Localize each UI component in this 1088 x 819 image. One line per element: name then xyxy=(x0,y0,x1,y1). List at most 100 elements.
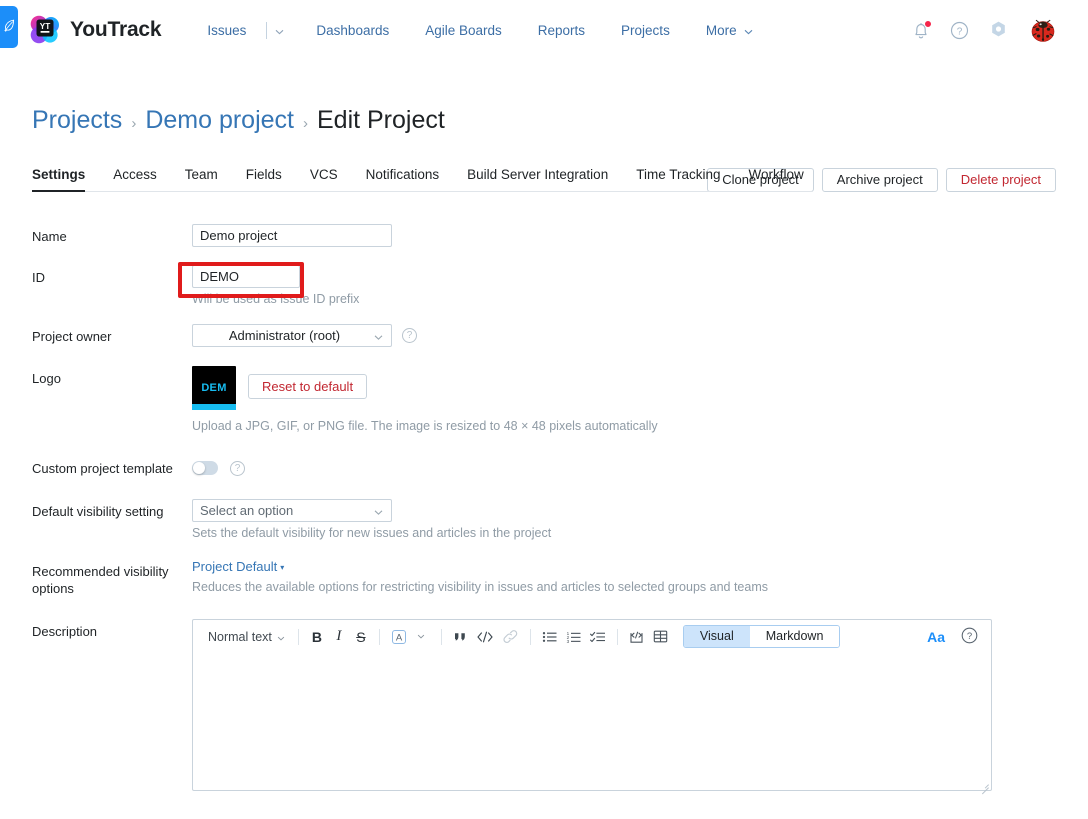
custom-template-help-icon[interactable]: ? xyxy=(230,461,245,476)
nav-item-label: More xyxy=(706,23,737,38)
italic-button[interactable]: I xyxy=(328,626,350,648)
brand-name: YouTrack xyxy=(70,18,161,42)
nav-item-label: Issues xyxy=(207,23,246,38)
tab-workflow[interactable]: Workflow xyxy=(734,161,817,191)
field-row-id: ID Will be used as issue ID prefix xyxy=(32,265,1056,306)
nav-item-agile-boards[interactable]: Agile Boards xyxy=(407,17,520,44)
delete-project-button[interactable]: Delete project xyxy=(946,168,1056,192)
nav-item-label: Reports xyxy=(538,23,585,38)
tab-notifications[interactable]: Notifications xyxy=(352,161,454,191)
nav-item-more[interactable]: More xyxy=(688,17,771,44)
custom-template-toggle[interactable] xyxy=(192,461,218,475)
nav-item-dashboards[interactable]: Dashboards xyxy=(298,17,407,44)
name-label: Name xyxy=(32,224,192,247)
numbered-list-icon[interactable]: 1 2 3 xyxy=(562,626,586,648)
editor-help-icon[interactable]: ? xyxy=(961,627,978,647)
field-row-description: Description Normal text B I S xyxy=(32,619,1056,791)
description-label: Description xyxy=(32,619,192,791)
chevron-down-icon xyxy=(374,503,383,518)
breadcrumb-demo-project[interactable]: Demo project xyxy=(145,106,294,135)
page-title: Edit Project xyxy=(317,106,445,135)
code-block-icon[interactable] xyxy=(625,626,649,648)
bold-button[interactable]: B xyxy=(306,626,328,648)
logo-label: Logo xyxy=(32,366,192,433)
tab-fields[interactable]: Fields xyxy=(232,161,296,191)
tab-access[interactable]: Access xyxy=(99,161,171,191)
breadcrumb-separator: › xyxy=(303,115,308,132)
main-nav: Issues Dashboards Agile Boards Reports P… xyxy=(189,17,770,44)
brand[interactable]: YT YouTrack xyxy=(28,14,161,46)
toolbar-separator xyxy=(617,629,618,645)
table-icon[interactable] xyxy=(649,626,673,648)
project-owner-help-icon[interactable]: ? xyxy=(402,328,417,343)
default-visibility-select[interactable]: Select an option xyxy=(192,499,392,522)
page-content: Projects › Demo project › Edit Project C… xyxy=(0,106,1088,791)
editor-resize-handle[interactable] xyxy=(980,779,989,788)
project-settings-form: Name ID Will be used as issue ID prefix … xyxy=(32,224,1056,791)
tab-settings[interactable]: Settings xyxy=(32,161,99,191)
settings-tabs: Settings Access Team Fields VCS Notifica… xyxy=(32,161,812,192)
editor-mode-visual[interactable]: Visual xyxy=(684,626,750,647)
id-input[interactable] xyxy=(192,265,300,288)
svg-text:?: ? xyxy=(957,26,963,37)
project-owner-value: Administrator (root) xyxy=(200,328,369,343)
nav-item-label: Dashboards xyxy=(316,23,389,38)
field-row-custom-template: Custom project template ? xyxy=(32,456,1056,477)
editor-mode-markdown[interactable]: Markdown xyxy=(750,626,840,647)
logo-preview-text: DEM xyxy=(201,382,226,394)
text-color-icon[interactable]: A xyxy=(387,626,412,648)
breadcrumb: Projects › Demo project › Edit Project xyxy=(32,106,1056,135)
recommended-visibility-value-link[interactable]: Project Default▾ xyxy=(192,559,1056,574)
text-color-dropdown[interactable] xyxy=(412,626,434,648)
default-visibility-value: Select an option xyxy=(200,503,369,518)
triangle-down-icon: ▾ xyxy=(280,563,284,572)
breadcrumb-projects[interactable]: Projects xyxy=(32,106,122,135)
field-row-recommended-visibility: Recommended visibility options Project D… xyxy=(32,559,1056,597)
recommended-visibility-value: Project Default xyxy=(192,559,277,574)
font-size-button[interactable]: Aa xyxy=(927,629,945,645)
tab-build-server-integration[interactable]: Build Server Integration xyxy=(453,161,622,191)
default-visibility-hint: Sets the default visibility for new issu… xyxy=(192,526,1056,540)
field-row-logo: Logo DEM Reset to default Upload a JPG, … xyxy=(32,366,1056,433)
blockquote-icon[interactable] xyxy=(449,626,472,648)
chevron-down-icon xyxy=(277,630,285,644)
nav-item-reports[interactable]: Reports xyxy=(520,17,603,44)
reset-logo-button[interactable]: Reset to default xyxy=(248,374,367,399)
browser-extension-tab[interactable] xyxy=(0,6,18,48)
chevron-down-icon xyxy=(275,23,284,38)
checklist-icon[interactable] xyxy=(586,626,610,648)
ladybug-avatar[interactable] xyxy=(1028,15,1058,45)
tab-vcs[interactable]: VCS xyxy=(296,161,352,191)
help-question-icon[interactable]: ? xyxy=(950,21,969,40)
logo-preview[interactable]: DEM xyxy=(192,366,236,410)
bullet-list-icon[interactable] xyxy=(538,626,562,648)
notifications-bell-icon[interactable] xyxy=(912,21,930,40)
name-input[interactable] xyxy=(192,224,392,247)
svg-text:A: A xyxy=(396,632,403,643)
top-navigation-bar: YT YouTrack Issues Dashboards Agile Boar… xyxy=(0,0,1088,60)
project-owner-label: Project owner xyxy=(32,324,192,347)
nav-item-issues-dropdown[interactable] xyxy=(269,17,298,44)
link-icon[interactable] xyxy=(498,626,523,648)
inline-code-icon[interactable] xyxy=(472,626,498,648)
settings-gear-icon[interactable] xyxy=(989,20,1008,40)
nav-item-projects[interactable]: Projects xyxy=(603,17,688,44)
archive-project-button[interactable]: Archive project xyxy=(822,168,938,192)
nav-item-issues[interactable]: Issues xyxy=(189,17,264,44)
field-row-project-owner: Project owner Administrator (root) ? xyxy=(32,324,1056,347)
text-style-label: Normal text xyxy=(208,630,272,644)
svg-text:?: ? xyxy=(967,631,972,642)
toolbar-separator xyxy=(298,629,299,645)
recommended-visibility-label: Recommended visibility options xyxy=(32,559,192,597)
tab-team[interactable]: Team xyxy=(171,161,232,191)
project-owner-select[interactable]: Administrator (root) xyxy=(192,324,392,347)
tab-time-tracking[interactable]: Time Tracking xyxy=(622,161,734,191)
text-style-dropdown[interactable]: Normal text xyxy=(202,626,291,648)
topnav-right-actions: ? xyxy=(912,15,1070,45)
youtrack-logo-icon: YT xyxy=(28,14,62,46)
strikethrough-button[interactable]: S xyxy=(350,626,372,648)
field-row-default-visibility: Default visibility setting Select an opt… xyxy=(32,499,1056,540)
editor-mode-toggle: Visual Markdown xyxy=(683,625,841,648)
chevron-down-icon xyxy=(374,328,383,343)
description-textarea[interactable] xyxy=(193,653,991,790)
